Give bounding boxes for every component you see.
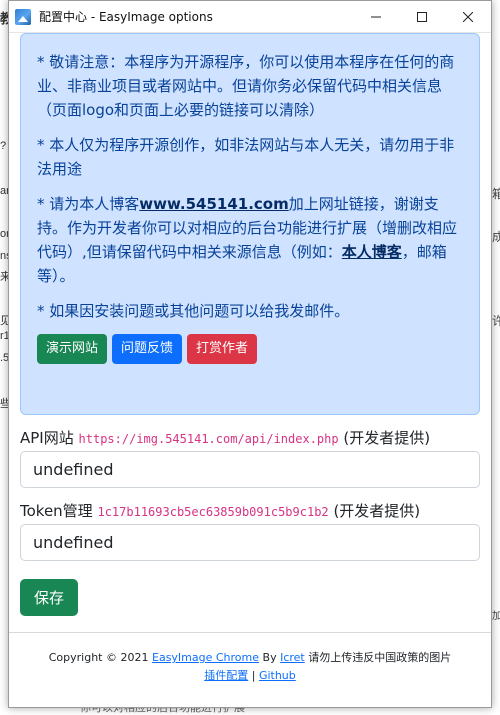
notice-paragraph-1: * 敬请注意：本程序为开源程序，你可以使用本程序在任何的商业、非商业项目或者网站… <box>37 53 455 119</box>
app-icon <box>15 8 31 25</box>
title-bar[interactable]: 配置中心 - EasyImage options <box>9 1 491 33</box>
footer: Copyright © 2021 EasyImage Chrome By Icr… <box>9 633 491 685</box>
separator: | <box>251 669 256 682</box>
background-fragment: ? <box>0 140 7 152</box>
background-fragment: 箱 <box>492 187 500 201</box>
token-label: Token管理 1c17b11693cb5ec63859b091c5b9c1b2… <box>20 500 480 522</box>
blog-link-2[interactable]: 本人博客 <box>342 243 402 261</box>
api-input[interactable]: undefined <box>20 451 480 488</box>
api-suffix: (开发者提供) <box>343 429 431 447</box>
main-content: * 敬请注意：本程序为开源程序，你可以使用本程序在任何的商业、非商业项目或者网站… <box>9 33 491 616</box>
close-icon <box>463 11 473 22</box>
maximize-button[interactable] <box>399 1 445 32</box>
options-window: 配置中心 - EasyImage options * 敬请注意：本程序为开源程序… <box>8 0 492 708</box>
footer-line-1: Copyright © 2021 EasyImage Chrome By Icr… <box>9 649 491 667</box>
minimize-button[interactable] <box>353 1 399 32</box>
api-label-text: API网站 <box>20 429 74 447</box>
save-button[interactable]: 保存 <box>20 579 78 616</box>
notice-text: * 请为本人博客 <box>37 195 140 213</box>
api-label: API网站 https://img.545141.com/api/index.p… <box>20 427 480 449</box>
donate-button[interactable]: 打赏作者 <box>187 334 258 364</box>
close-button[interactable] <box>445 1 491 32</box>
notice-paragraph-2: * 本人仅为程序开源创作，如非法网站与本人无关，请勿用于非法用途 <box>37 136 455 178</box>
minimize-icon <box>371 16 381 17</box>
demo-site-button[interactable]: 演示网站 <box>37 334 108 364</box>
notice-paragraph-3: * 请为本人博客www.545141.com加上网址链接，谢谢支持。作为开发者你… <box>37 192 463 288</box>
token-input[interactable]: undefined <box>20 524 480 561</box>
footer-line-2: 插件配置 | Github <box>9 667 491 685</box>
github-link[interactable]: Github <box>259 669 296 682</box>
token-suffix: (开发者提供) <box>333 502 421 520</box>
warning-text: 请勿上传违反中国政策的图片 <box>308 651 452 664</box>
api-url: https://img.545141.com/api/index.php <box>78 432 339 446</box>
token-code: 1c17b11693cb5ec63859b091c5b9c1b2 <box>97 505 329 519</box>
token-label-text: Token管理 <box>20 502 93 520</box>
feedback-button[interactable]: 问题反馈 <box>112 334 183 364</box>
window-title: 配置中心 - EasyImage options <box>39 10 213 24</box>
by-text: By <box>262 651 277 664</box>
notice-buttons: 演示网站 问题反馈 打赏作者 <box>37 334 463 364</box>
maximize-icon <box>417 11 427 22</box>
blog-link[interactable]: www.545141.com <box>139 195 288 213</box>
notice-alert: * 敬请注意：本程序为开源程序，你可以使用本程序在任何的商业、非商业项目或者网站… <box>20 33 480 415</box>
background-fragment: 加 <box>492 611 500 622</box>
product-link[interactable]: EasyImage Chrome <box>152 651 259 664</box>
background-fragment: 许 <box>492 314 500 328</box>
notice-paragraph-4: * 如果因安装问题或其他问题可以给我发邮件。 <box>37 302 350 320</box>
copyright-text: Copyright © 2021 <box>48 651 149 664</box>
author-link[interactable]: Icret <box>280 651 305 664</box>
config-link[interactable]: 插件配置 <box>204 669 248 682</box>
background-fragment: 成 <box>492 230 500 244</box>
